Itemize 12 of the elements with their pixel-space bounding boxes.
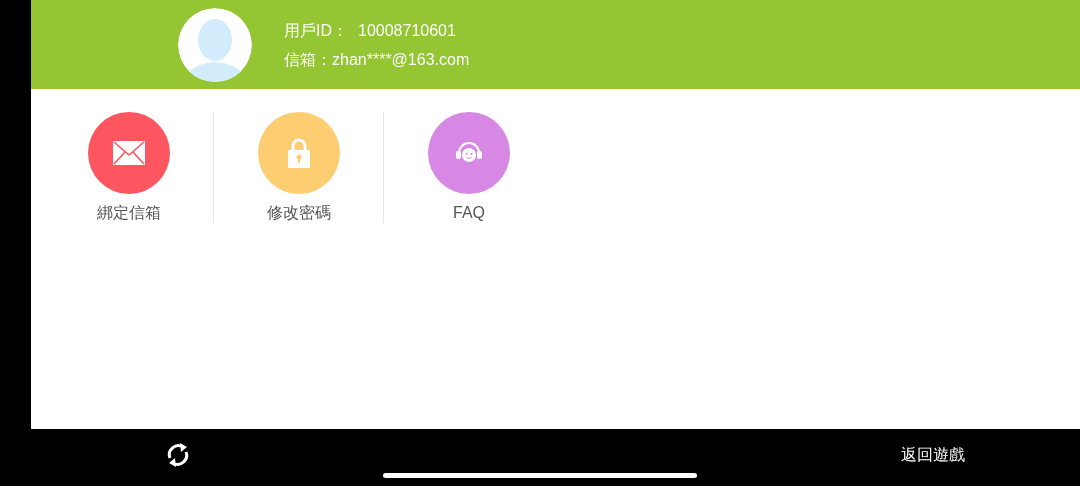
- menu-label[interactable]: 修改密碼: [266, 203, 331, 223]
- back-to-game-button[interactable]: 返回遊戲: [901, 442, 965, 467]
- email: zhan****@163.com: [332, 49, 470, 70]
- headset-icon: [455, 141, 483, 165]
- padlock-icon: [287, 138, 310, 168]
- menu-label[interactable]: FAQ: [453, 203, 485, 223]
- user-id-label: 用戶ID：: [284, 20, 348, 41]
- menu-label[interactable]: 綁定信箱: [96, 203, 161, 223]
- user-id: 10008710601: [358, 20, 456, 41]
- email-label: 信箱：: [284, 49, 332, 70]
- envelope-icon: [112, 141, 145, 165]
- refresh-icon[interactable]: [166, 441, 190, 468]
